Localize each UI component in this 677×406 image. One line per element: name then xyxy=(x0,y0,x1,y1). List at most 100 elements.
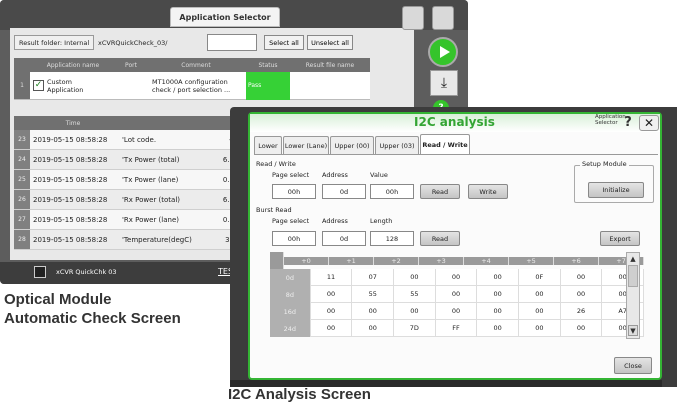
taskbar-app-label[interactable]: xCVR QuickChk 03 xyxy=(56,268,117,276)
hex-cell: 00 xyxy=(435,303,478,320)
scroll-down-icon[interactable]: ▼ xyxy=(628,325,638,336)
address-label: Address xyxy=(322,171,348,179)
save-icon[interactable]: ⤓ xyxy=(430,70,458,96)
hex-row-offset: 0d xyxy=(270,269,311,286)
log-item: 'Rx Power (total) xyxy=(122,195,181,204)
burst-page-select-label: Page select xyxy=(272,217,310,225)
scroll-up-icon[interactable]: ▲ xyxy=(628,254,638,264)
hex-cell: 00 xyxy=(519,303,561,320)
col-application-name: Application name xyxy=(46,61,100,69)
col-result-file-name: Result file name xyxy=(305,61,355,69)
log-row-number: 23 xyxy=(14,130,30,149)
hex-cell: 00 xyxy=(477,286,520,303)
log-time: 2019-05-15 08:58:28 xyxy=(33,235,108,244)
application-name: Custom Application xyxy=(47,77,84,94)
tab-read-write[interactable]: Read / Write xyxy=(420,134,470,154)
start-button[interactable] xyxy=(428,37,458,67)
close-icon[interactable]: ✕ xyxy=(639,115,659,131)
hex-column-header: +4 xyxy=(464,256,509,265)
hex-cell: 26 xyxy=(560,303,603,320)
hex-cell: 11 xyxy=(310,269,353,286)
col-port: Port xyxy=(125,61,137,69)
log-item: 'Temperature(degC) xyxy=(122,235,192,244)
tab-upper-00[interactable]: Upper (00) xyxy=(330,136,374,154)
tab-upper-03[interactable]: Upper (03) xyxy=(375,136,419,154)
application-selector-tab[interactable]: Application Selector xyxy=(170,7,280,27)
pause-button[interactable] xyxy=(402,6,424,30)
burst-address-input[interactable]: 0d xyxy=(322,231,366,246)
col-time: Time xyxy=(65,119,81,127)
help-icon[interactable]: ? xyxy=(621,115,635,130)
log-row-number: 26 xyxy=(14,190,30,209)
unselect-all-button[interactable]: Unselect all xyxy=(307,35,353,50)
initialize-button[interactable]: Initialize xyxy=(588,182,644,198)
read-write-title: Read / Write xyxy=(256,160,296,168)
hex-cell: 00 xyxy=(394,269,436,286)
hex-cell: 00 xyxy=(477,303,520,320)
hex-cell: 00 xyxy=(519,320,561,337)
log-row-number: 28 xyxy=(14,230,30,249)
close-button[interactable]: Close xyxy=(614,357,652,374)
log-time: 2019-05-15 08:58:28 xyxy=(33,155,108,164)
export-button[interactable]: Export xyxy=(600,231,640,246)
hex-row: 24d 00 00 7D FF 00 00 00 00 xyxy=(270,320,644,337)
hex-cell: 55 xyxy=(394,286,436,303)
hex-cell: 00 xyxy=(352,320,395,337)
hex-row: 0d 11 07 00 00 00 0F 00 00 xyxy=(270,269,644,286)
result-folder-input[interactable] xyxy=(207,34,257,51)
page-select-label: Page select xyxy=(272,171,310,179)
application-table-header: Application name Port Comment Status Res… xyxy=(14,58,370,72)
hex-cell: 00 xyxy=(310,320,353,337)
hex-scrollbar[interactable]: ▲ ▼ xyxy=(626,252,640,339)
hex-dump-table: +0 +1 +2 +3 +4 +5 +6 +7 0d 11 07 00 00 00 0F 00 00 8d 00 5… xyxy=(270,252,644,337)
tab-lower-lane[interactable]: Lower (Lane) xyxy=(283,136,329,154)
tab-divider xyxy=(254,154,658,155)
rw-page-input[interactable]: 00h xyxy=(272,184,316,199)
rw-write-button[interactable]: Write xyxy=(468,184,508,199)
hex-cell: 00 xyxy=(352,303,395,320)
hex-row: 16d 00 00 00 00 00 00 26 A7 xyxy=(270,303,644,320)
hex-header-row: +0 +1 +2 +3 +4 +5 +6 +7 xyxy=(270,252,644,269)
value-label: Value xyxy=(370,171,388,179)
hex-row-offset: 16d xyxy=(270,303,311,320)
hex-cell: FF xyxy=(435,320,478,337)
hex-column-header: +1 xyxy=(329,256,374,265)
log-item: 'Tx Power (lane) xyxy=(122,175,179,184)
burst-address-label: Address xyxy=(322,217,348,225)
application-comment: MT1000A configuration check / port selec… xyxy=(152,77,231,94)
hex-cell: 55 xyxy=(352,286,395,303)
checkbox-checked-icon[interactable]: ✓ xyxy=(33,80,44,91)
hex-cell: 00 xyxy=(435,286,478,303)
hex-cell: 00 xyxy=(560,269,603,286)
hex-cell: 00 xyxy=(310,286,353,303)
hex-cell: 0F xyxy=(519,269,561,286)
log-time: 2019-05-15 08:58:28 xyxy=(33,195,108,204)
scroll-thumb[interactable] xyxy=(628,265,638,287)
log-row-number: 24 xyxy=(14,150,30,169)
hex-cell: 07 xyxy=(352,269,395,286)
tab-lower[interactable]: Lower xyxy=(254,136,282,154)
select-all-button[interactable]: Select all xyxy=(264,35,304,50)
burst-read-button[interactable]: Read xyxy=(420,231,460,246)
rw-address-input[interactable]: 0d xyxy=(322,184,366,199)
app-icon[interactable] xyxy=(34,266,46,278)
pause-button-2[interactable] xyxy=(432,6,454,30)
hex-column-header: +0 xyxy=(284,256,329,265)
hex-cell: 7D xyxy=(394,320,436,337)
hex-row-offset: 8d xyxy=(270,286,311,303)
hex-column-header: +2 xyxy=(374,256,419,265)
hex-row-offset: 24d xyxy=(270,320,311,337)
row-number: 1 xyxy=(14,72,30,99)
log-item: 'Tx Power (total) xyxy=(122,155,180,164)
right-edge xyxy=(662,107,677,387)
application-table: Application name Port Comment Status Res… xyxy=(14,58,370,100)
application-row[interactable]: 1 ✓ Custom Application MT1000A configura… xyxy=(14,71,370,100)
i2c-analysis-dialog: I2C analysis Application Selector ? ✕ Lo… xyxy=(248,112,662,380)
dialog-title: I2C analysis xyxy=(414,115,495,129)
burst-length-input[interactable]: 128 xyxy=(370,231,414,246)
rw-read-button[interactable]: Read xyxy=(420,184,460,199)
log-time: 2019-05-15 08:58:28 xyxy=(33,135,108,144)
log-item: 'Rx Power (lane) xyxy=(122,215,179,224)
rw-value-input[interactable]: 00h xyxy=(370,184,414,199)
burst-page-input[interactable]: 00h xyxy=(272,231,316,246)
